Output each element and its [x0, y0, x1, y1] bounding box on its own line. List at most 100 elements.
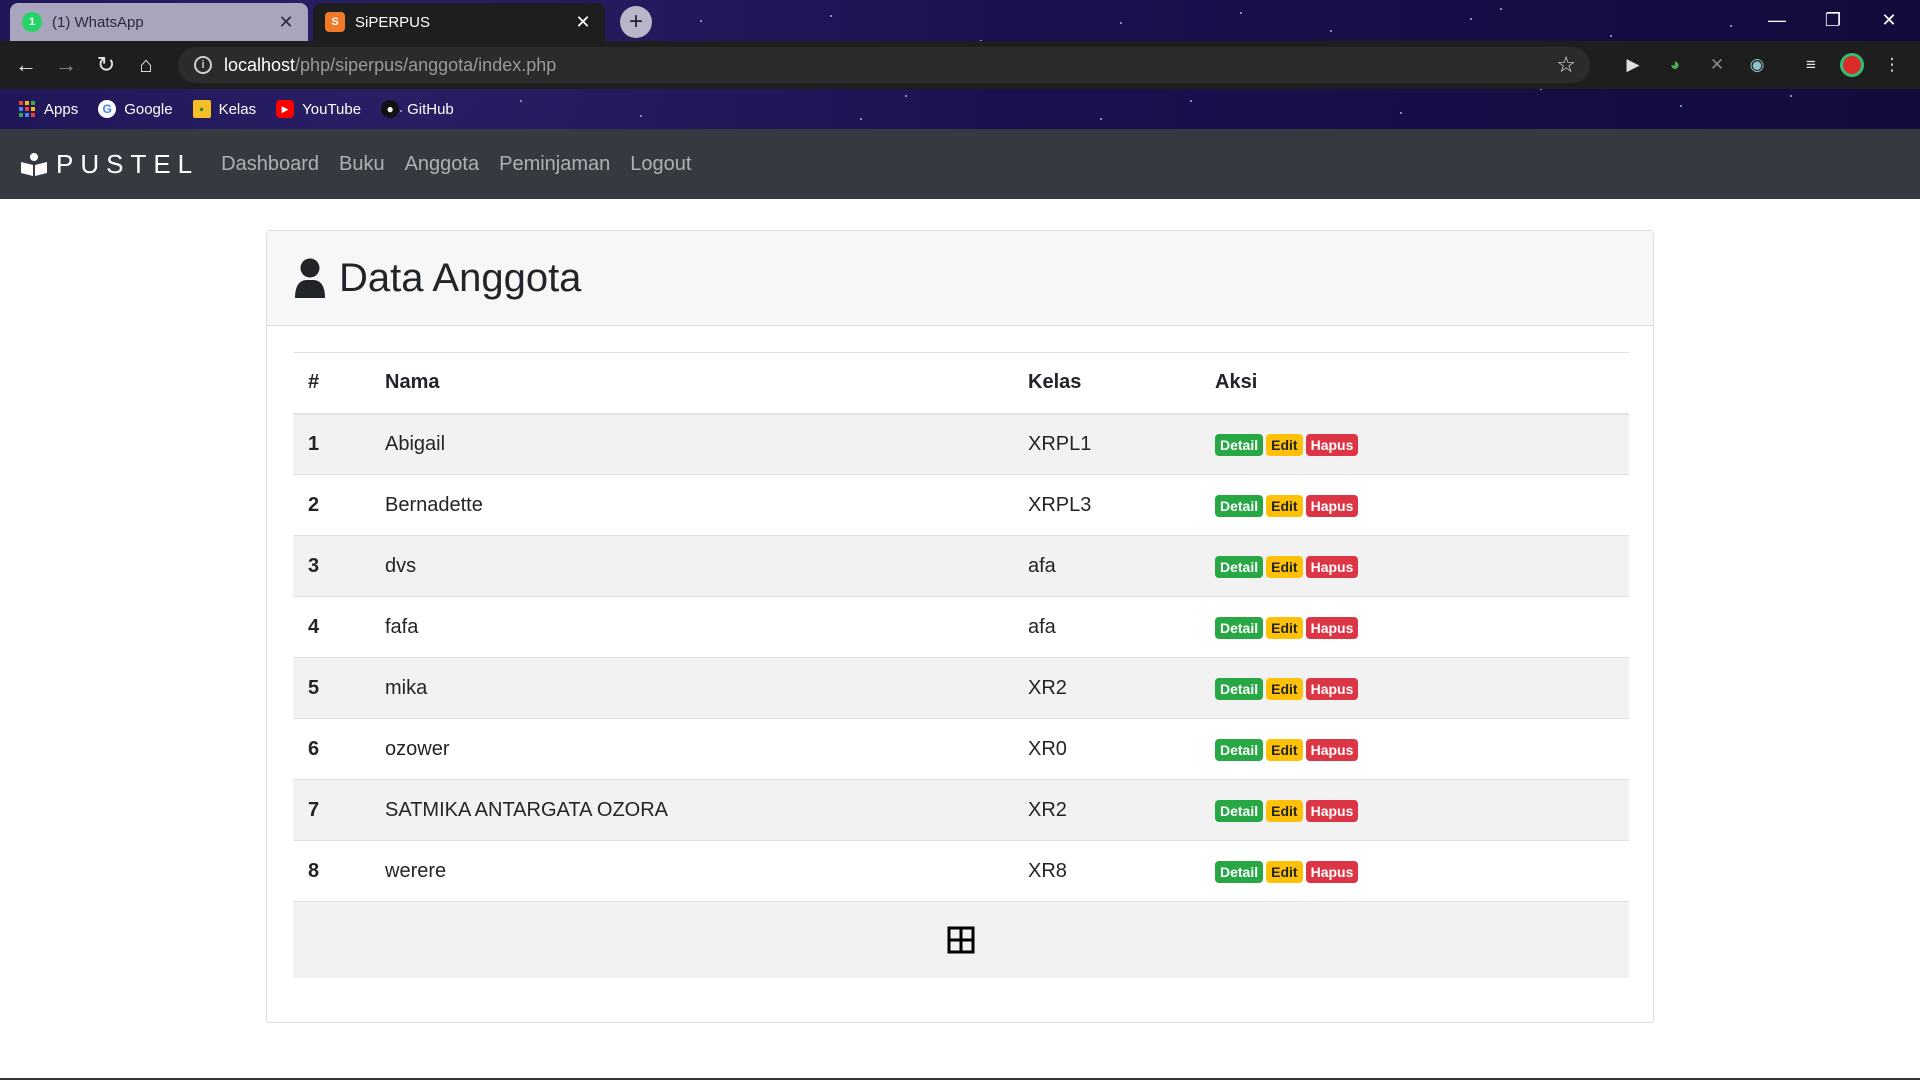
detail-button[interactable]: Detail — [1215, 494, 1264, 517]
classroom-icon: ▪ — [192, 100, 211, 118]
table-grid-icon[interactable] — [947, 926, 975, 954]
table-row: 1 Abigail XRPL1 Detail Edit Hapus — [293, 413, 1629, 475]
user-icon — [295, 258, 325, 298]
hapus-button[interactable]: Hapus — [1305, 738, 1359, 761]
bookmark-google[interactable]: G Google — [98, 100, 173, 118]
card-header: Data Anggota — [267, 231, 1653, 326]
cell-no: 3 — [293, 535, 385, 597]
cell-kelas: XRPL3 — [1028, 474, 1215, 536]
close-window-button[interactable]: ✕ — [1866, 4, 1912, 36]
book-reader-icon — [21, 153, 47, 176]
menu-kebab-icon[interactable]: ⋮ — [1880, 53, 1904, 77]
play-extension-icon[interactable]: ▶ — [1621, 53, 1645, 77]
close-icon[interactable]: ✕ — [573, 12, 593, 33]
brand-name: PUSTEL — [56, 148, 200, 179]
cell-aksi: Detail Edit Hapus — [1215, 474, 1629, 536]
nav-dashboard[interactable]: Dashboard — [221, 153, 319, 176]
hapus-button[interactable]: Hapus — [1305, 799, 1359, 822]
nav-anggota[interactable]: Anggota — [405, 153, 480, 176]
back-button[interactable]: ← — [10, 49, 42, 81]
bookmarks-bar: Apps G Google ▪ Kelas ▶ YouTube ● GitHub — [0, 89, 1920, 129]
tab-title: (1) WhatsApp — [52, 13, 144, 31]
detail-button[interactable]: Detail — [1215, 555, 1264, 578]
cell-nama: mika — [385, 657, 1028, 719]
hapus-button[interactable]: Hapus — [1305, 616, 1359, 639]
nav-peminjaman[interactable]: Peminjaman — [499, 153, 610, 176]
detail-button[interactable]: Detail — [1215, 616, 1264, 639]
media-control-icon[interactable]: ≡ — [1799, 53, 1823, 77]
bookmark-label: Google — [124, 100, 173, 118]
table-header-row: # Nama Kelas Aksi — [293, 352, 1629, 415]
new-tab-button[interactable]: + — [620, 6, 652, 38]
edit-button[interactable]: Edit — [1266, 738, 1303, 761]
tab-siperpus[interactable]: S SiPERPUS ✕ — [313, 3, 605, 41]
nav-logout[interactable]: Logout — [630, 153, 691, 176]
cat-extension-icon[interactable]: ◉ — [1745, 53, 1769, 77]
color-extension-icon[interactable]: ◕ — [1663, 53, 1687, 77]
brand[interactable]: PUSTEL — [20, 149, 199, 180]
bookmark-label: Kelas — [218, 100, 257, 118]
reload-button[interactable]: ↻ — [90, 49, 122, 81]
cell-aksi: Detail Edit Hapus — [1215, 779, 1629, 841]
home-button[interactable]: ⌂ — [130, 49, 162, 81]
google-icon: G — [98, 100, 117, 118]
bookmark-label: GitHub — [407, 100, 454, 118]
hapus-button[interactable]: Hapus — [1305, 555, 1359, 578]
bookmark-star-icon[interactable]: ☆ — [1556, 52, 1576, 78]
tab-strip: 1 (1) WhatsApp ✕ S SiPERPUS ✕ + — ❐ ✕ — [0, 0, 1920, 41]
hapus-button[interactable]: Hapus — [1305, 433, 1359, 456]
edit-button[interactable]: Edit — [1266, 799, 1303, 822]
bookmark-apps[interactable]: Apps — [18, 100, 78, 118]
hapus-button[interactable]: Hapus — [1305, 494, 1359, 517]
edit-button[interactable]: Edit — [1266, 433, 1303, 456]
bookmark-github[interactable]: ● GitHub — [381, 100, 454, 118]
siperpus-icon: S — [325, 12, 345, 32]
x-extension-icon[interactable]: ✕ — [1705, 53, 1729, 77]
whatsapp-icon: 1 — [22, 12, 42, 32]
cell-no: 7 — [293, 779, 385, 841]
info-icon[interactable]: i — [194, 56, 212, 74]
edit-button[interactable]: Edit — [1266, 494, 1303, 517]
minimize-button[interactable]: — — [1754, 4, 1800, 36]
hapus-button[interactable]: Hapus — [1305, 677, 1359, 700]
cell-nama: dvs — [385, 535, 1028, 597]
detail-button[interactable]: Detail — [1215, 860, 1264, 883]
nav-buku[interactable]: Buku — [339, 153, 385, 176]
close-icon[interactable]: ✕ — [276, 12, 296, 33]
detail-button[interactable]: Detail — [1215, 738, 1264, 761]
cell-no: 4 — [293, 596, 385, 658]
tab-whatsapp[interactable]: 1 (1) WhatsApp ✕ — [10, 3, 308, 41]
bookmark-label: Apps — [44, 100, 79, 118]
table-row: 6 ozower XR0 Detail Edit Hapus — [293, 718, 1629, 780]
hapus-button[interactable]: Hapus — [1305, 860, 1359, 883]
edit-button[interactable]: Edit — [1266, 555, 1303, 578]
cell-aksi: Detail Edit Hapus — [1215, 657, 1629, 719]
bookmark-youtube[interactable]: ▶ YouTube — [276, 100, 361, 118]
github-icon: ● — [381, 100, 400, 118]
table-row: 4 fafa afa Detail Edit Hapus — [293, 596, 1629, 658]
cell-aksi: Detail Edit Hapus — [1215, 413, 1629, 475]
detail-button[interactable]: Detail — [1215, 799, 1264, 822]
profile-avatar[interactable] — [1840, 53, 1864, 77]
anggota-card: Data Anggota # Nama Kelas Aksi 1 Abigail X… — [266, 230, 1654, 1023]
forward-button[interactable]: → — [50, 49, 82, 81]
cell-no: 8 — [293, 840, 385, 902]
browser-chrome: 1 (1) WhatsApp ✕ S SiPERPUS ✕ + — ❐ ✕ ← … — [0, 0, 1920, 129]
detail-button[interactable]: Detail — [1215, 433, 1264, 456]
bookmark-kelas[interactable]: ▪ Kelas — [192, 100, 257, 118]
cell-nama: SATMIKA ANTARGATA OZORA — [385, 779, 1028, 841]
cell-no: 1 — [293, 413, 385, 475]
cell-nama: werere — [385, 840, 1028, 902]
edit-button[interactable]: Edit — [1266, 860, 1303, 883]
restore-button[interactable]: ❐ — [1810, 4, 1856, 36]
detail-button[interactable]: Detail — [1215, 677, 1264, 700]
address-bar[interactable]: i localhost /php/siperpus/anggota/index.… — [178, 47, 1590, 83]
cell-kelas: XR0 — [1028, 718, 1215, 780]
cell-nama: Abigail — [385, 413, 1028, 475]
cell-no: 6 — [293, 718, 385, 780]
edit-button[interactable]: Edit — [1266, 677, 1303, 700]
header-kelas: Kelas — [1028, 352, 1215, 415]
edit-button[interactable]: Edit — [1266, 616, 1303, 639]
cell-nama: fafa — [385, 596, 1028, 658]
header-no: # — [293, 352, 385, 415]
